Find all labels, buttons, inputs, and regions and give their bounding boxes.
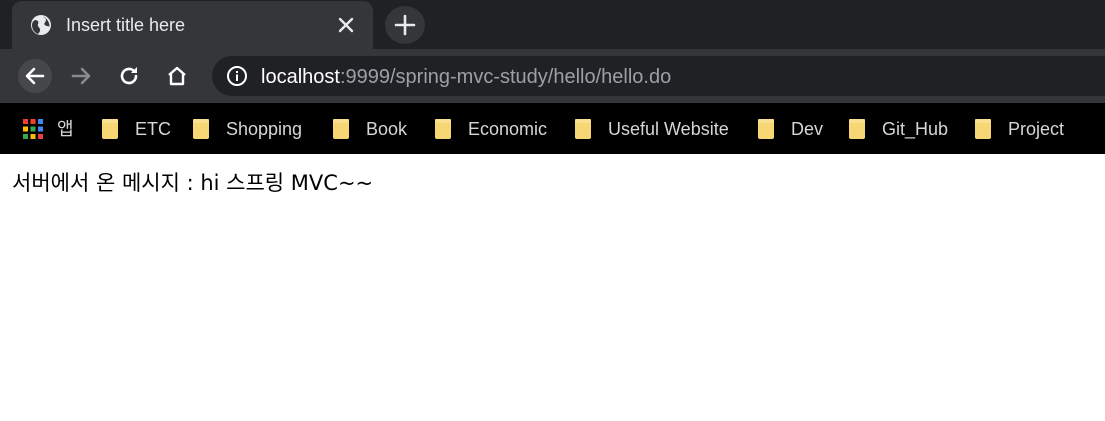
browser-toolbar: localhost:9999/spring-mvc-study/hello/he… — [0, 49, 1105, 103]
bookmark-label: Shopping — [226, 119, 303, 139]
arrow-right-icon — [71, 67, 91, 85]
folder-icon — [575, 119, 591, 139]
bookmark-shopping[interactable]: Shopping — [193, 117, 302, 141]
folder-icon — [435, 119, 451, 139]
bookmark-git-hub[interactable]: Git_Hub — [849, 117, 948, 141]
tab-strip: Insert title here — [0, 0, 1105, 49]
bookmark-book[interactable]: Book — [333, 117, 407, 141]
home-button[interactable] — [162, 61, 192, 91]
bookmark-label: Book — [366, 119, 408, 139]
bookmark-apps[interactable]: 앱 — [23, 117, 74, 141]
new-tab-button[interactable] — [385, 6, 425, 44]
folder-icon — [758, 119, 774, 139]
bookmark-project[interactable]: Project — [975, 117, 1064, 141]
bookmark-label: Project — [1008, 119, 1065, 139]
server-message: 서버에서 온 메시지 : hi 스프링 MVC~~ — [12, 171, 374, 195]
arrow-left-icon — [25, 67, 45, 85]
info-icon[interactable] — [226, 65, 248, 87]
reload-button[interactable] — [114, 61, 144, 91]
reload-icon — [120, 67, 138, 85]
plus-icon — [394, 14, 416, 36]
bookmark-label: Useful Website — [608, 119, 729, 139]
address-bar[interactable]: localhost:9999/spring-mvc-study/hello/he… — [212, 56, 1105, 96]
close-icon[interactable] — [336, 15, 356, 35]
folder-icon — [849, 119, 865, 139]
folder-icon — [333, 119, 349, 139]
back-button[interactable] — [18, 59, 52, 93]
bookmark-economic[interactable]: Economic — [435, 117, 547, 141]
folder-icon — [975, 119, 991, 139]
bookmark-label: Git_Hub — [882, 119, 949, 139]
bookmarks-bar: 앱 ETC Shopping Book Economic Useful Webs… — [0, 103, 1105, 154]
tab-title: Insert title here — [66, 15, 186, 35]
bookmark-label: Economic — [468, 119, 548, 139]
folder-icon — [102, 119, 118, 139]
home-icon — [168, 66, 186, 86]
bookmark-useful-website[interactable]: Useful Website — [575, 117, 729, 141]
bookmark-label: ETC — [135, 119, 171, 139]
bookmark-label: Dev — [791, 119, 824, 139]
folder-icon — [193, 119, 209, 139]
url-host: localhost — [261, 66, 340, 88]
forward-button[interactable] — [66, 61, 96, 91]
url-text[interactable]: localhost:9999/spring-mvc-study/hello/he… — [261, 66, 671, 88]
url-path: :9999/spring-mvc-study/hello/hello.do — [339, 66, 672, 88]
bookmark-dev[interactable]: Dev — [758, 117, 823, 141]
bookmark-etc[interactable]: ETC — [102, 117, 171, 141]
bookmark-label: 앱 — [57, 119, 74, 139]
apps-grid-icon — [23, 119, 43, 139]
active-tab[interactable]: Insert title here — [12, 1, 373, 49]
globe-icon — [31, 15, 51, 35]
